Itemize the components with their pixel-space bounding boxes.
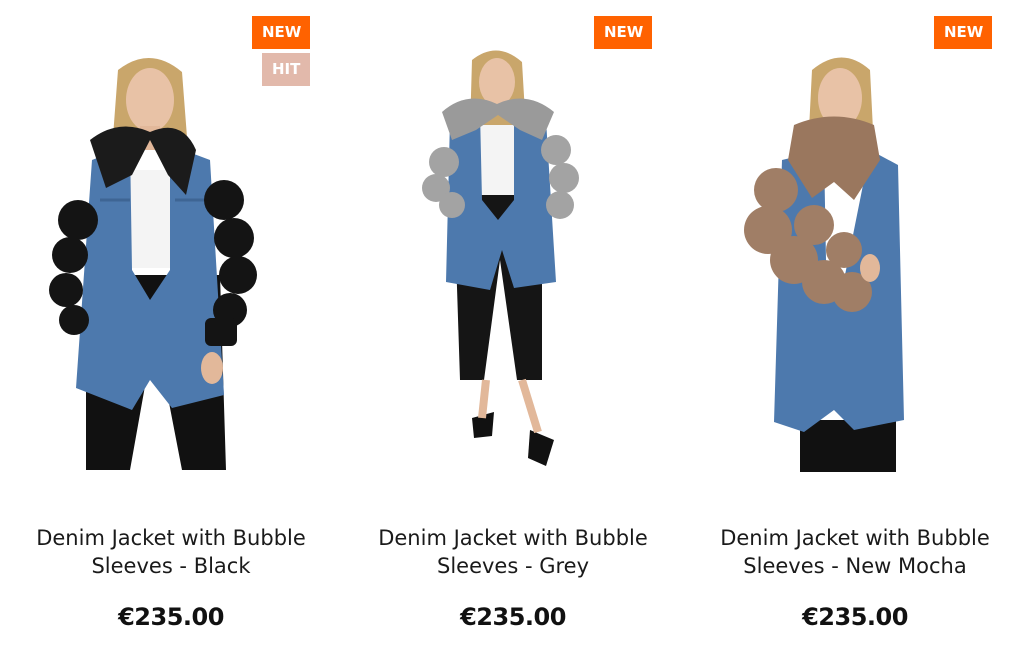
product-card-mocha[interactable]: NEW Denim Jacket with Bubble Sleeves - N… [684,0,1024,650]
product-card-grey[interactable]: NEW Denim Jacket with Bubble Sleeves - G… [342,0,684,650]
product-title-line1[interactable]: Denim Jacket with Bubble [690,524,1020,552]
product-price: €235.00 [118,603,224,631]
product-title[interactable]: Denim Jacket with Bubble Sleeves - New M… [690,524,1020,580]
product-title[interactable]: Denim Jacket with Bubble Sleeves - Black [6,524,336,580]
product-title-line2[interactable]: Sleeves - Black [6,552,336,580]
product-title-line1[interactable]: Denim Jacket with Bubble [6,524,336,552]
new-badge: NEW [252,16,310,49]
product-title-line2[interactable]: Sleeves - New Mocha [690,552,1020,580]
new-badge: NEW [594,16,652,49]
product-image[interactable]: NEW [684,0,1024,480]
product-price: €235.00 [802,603,908,631]
product-title-line1[interactable]: Denim Jacket with Bubble [348,524,678,552]
product-title-line2[interactable]: Sleeves - Grey [348,552,678,580]
hit-badge: HIT [262,53,310,86]
product-card-black[interactable]: NEW HIT Denim Jacket with Bubble Sleeves… [0,0,342,650]
new-badge: NEW [934,16,992,49]
product-photo-mocha [744,57,904,472]
product-grid: NEW HIT Denim Jacket with Bubble Sleeves… [0,0,1024,650]
product-image[interactable]: NEW [342,0,684,480]
product-image[interactable]: NEW HIT [0,0,342,480]
product-price: €235.00 [460,603,566,631]
product-photo-grey [422,50,579,466]
product-title[interactable]: Denim Jacket with Bubble Sleeves - Grey [348,524,678,580]
